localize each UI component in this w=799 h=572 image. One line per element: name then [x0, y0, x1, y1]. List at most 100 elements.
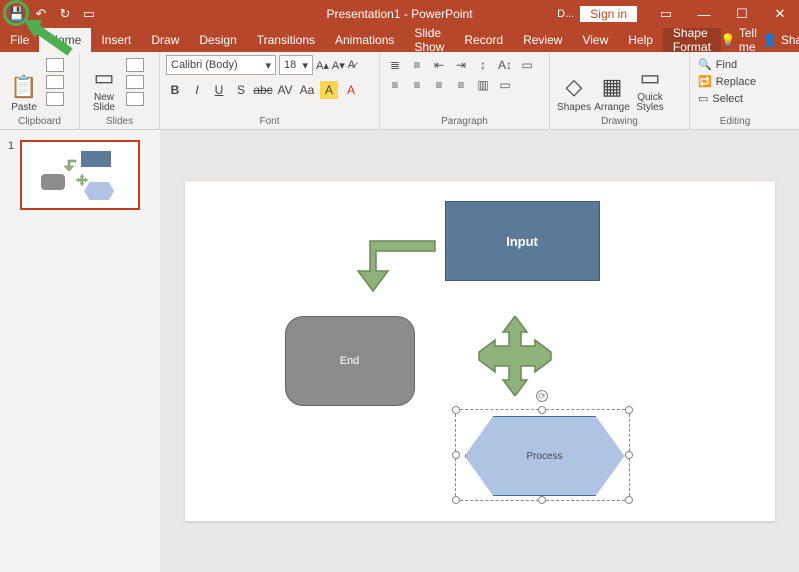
columns-icon[interactable]: ▥: [474, 77, 492, 93]
thumb-end-shape: [41, 174, 65, 190]
layout-icon[interactable]: [126, 58, 144, 72]
tab-animations[interactable]: Animations: [325, 28, 404, 52]
arrange-button[interactable]: ▦ Arrange: [594, 55, 630, 113]
tab-file[interactable]: File: [0, 28, 39, 52]
tab-insert[interactable]: Insert: [91, 28, 141, 52]
indent-dec-icon[interactable]: ⇤: [430, 57, 448, 73]
replace-icon: 🔁: [698, 75, 712, 88]
menu-bar: File Home Insert Draw Design Transitions…: [0, 28, 799, 52]
editing-group-label: Editing: [696, 116, 774, 127]
text-direction-icon[interactable]: A↕: [496, 57, 514, 73]
tab-review[interactable]: Review: [513, 28, 572, 52]
italic-button[interactable]: I: [188, 81, 206, 99]
highlight-button[interactable]: A: [320, 81, 338, 99]
slide-thumbnail-1[interactable]: [20, 140, 140, 210]
quick-styles-button[interactable]: ▭ Quick Styles: [632, 55, 668, 113]
align-center-icon[interactable]: ≡: [408, 77, 426, 93]
tab-transitions[interactable]: Transitions: [247, 28, 325, 52]
resize-handle-nw[interactable]: [452, 406, 460, 414]
paste-label: Paste: [11, 102, 37, 113]
shape-input-rectangle[interactable]: Input: [445, 201, 600, 281]
thumb-number: 1: [8, 140, 14, 210]
tab-draw[interactable]: Draw: [141, 28, 189, 52]
bold-button[interactable]: B: [166, 81, 184, 99]
start-show-icon[interactable]: ▭: [80, 5, 98, 23]
arrange-label: Arrange: [594, 102, 630, 113]
shape-end-text: End: [340, 355, 360, 367]
shape-end-rounded-rect[interactable]: End: [285, 316, 415, 406]
shapes-button[interactable]: ◇ Shapes: [556, 55, 592, 113]
workspace: 1 Input End: [0, 130, 799, 572]
font-color-button[interactable]: A: [342, 81, 360, 99]
replace-button[interactable]: 🔁Replace: [696, 74, 774, 89]
shadow-button[interactable]: S: [232, 81, 250, 99]
shape-process-text: Process: [526, 451, 562, 462]
undo-icon[interactable]: ↶: [32, 5, 50, 23]
select-label: Select: [712, 93, 743, 105]
align-text-icon[interactable]: ▭: [518, 57, 536, 73]
justify-icon[interactable]: ≡: [452, 77, 470, 93]
new-slide-label: New Slide: [93, 93, 115, 113]
paragraph-group-label: Paragraph: [386, 116, 543, 127]
font-group-label: Font: [166, 116, 373, 127]
slide[interactable]: Input End Process ⟳: [185, 181, 775, 521]
ribbon-options-icon[interactable]: ▭: [647, 0, 685, 28]
chevron-down-icon: ▾: [265, 59, 271, 72]
shape-input-text: Input: [506, 234, 538, 249]
maximize-icon[interactable]: ☐: [723, 0, 761, 28]
share-button[interactable]: 👤 Share: [763, 33, 799, 47]
section-icon[interactable]: [126, 92, 144, 106]
save-icon[interactable]: 💾: [8, 5, 26, 23]
resize-handle-sw[interactable]: [452, 496, 460, 504]
shape-bent-arrow[interactable]: [340, 236, 440, 296]
indent-inc-icon[interactable]: ⇥: [452, 57, 470, 73]
cut-icon[interactable]: [46, 58, 64, 72]
thumb-process-shape: [84, 182, 114, 200]
bullets-icon[interactable]: ≣: [386, 57, 404, 73]
signin-button[interactable]: Sign in: [580, 6, 637, 22]
reset-icon[interactable]: [126, 75, 144, 89]
smartart-icon[interactable]: ▭: [496, 77, 514, 93]
tab-shape-format[interactable]: Shape Format: [663, 28, 721, 52]
shrink-font-icon[interactable]: A▾: [332, 59, 345, 72]
tab-record[interactable]: Record: [454, 28, 513, 52]
paste-button[interactable]: 📋 Paste: [6, 55, 42, 113]
font-size-select[interactable]: 18▾: [279, 55, 313, 75]
underline-button[interactable]: U: [210, 81, 228, 99]
tell-me-button[interactable]: 💡 Tell me: [721, 26, 757, 54]
tab-help[interactable]: Help: [618, 28, 663, 52]
font-family-select[interactable]: Calibri (Body)▾: [166, 55, 276, 75]
grow-font-icon[interactable]: A▴: [316, 59, 329, 72]
change-case-button[interactable]: Aa: [298, 81, 316, 99]
share-icon: 👤: [763, 33, 778, 47]
select-button[interactable]: ▭Select: [696, 91, 774, 106]
shape-process-hexagon[interactable]: Process: [460, 406, 630, 506]
tab-home[interactable]: Home: [39, 28, 91, 52]
user-initial: D...: [557, 8, 574, 20]
line-spacing-icon[interactable]: ↕: [474, 57, 492, 73]
clear-format-icon[interactable]: A̷: [348, 59, 355, 71]
tab-design[interactable]: Design: [189, 28, 246, 52]
format-painter-icon[interactable]: [46, 92, 64, 106]
shape-quad-arrow[interactable]: [475, 316, 555, 396]
align-left-icon[interactable]: ≡: [386, 77, 404, 93]
slide-canvas-area[interactable]: Input End Process ⟳: [160, 130, 799, 572]
quick-styles-icon: ▭: [636, 64, 664, 92]
align-right-icon[interactable]: ≡: [430, 77, 448, 93]
redo-icon[interactable]: ↻: [56, 5, 74, 23]
new-slide-button[interactable]: ▭ New Slide: [86, 55, 122, 113]
tab-slideshow[interactable]: Slide Show: [404, 28, 454, 52]
ribbon-group-paragraph: ≣ ≡ ⇤ ⇥ ↕ A↕ ▭ ≡ ≡ ≡ ≡ ▥ ▭ Paragraph: [380, 52, 550, 129]
close-icon[interactable]: ✕: [761, 0, 799, 28]
numbering-icon[interactable]: ≡: [408, 57, 426, 73]
minimize-icon[interactable]: ―: [685, 0, 723, 28]
find-button[interactable]: 🔍Find: [696, 57, 774, 72]
strike-button[interactable]: abc: [254, 81, 272, 99]
char-spacing-button[interactable]: AV: [276, 81, 294, 99]
resize-handle-w[interactable]: [452, 451, 460, 459]
ribbon: 📋 Paste Clipboard ▭ New Slide Slides: [0, 52, 799, 130]
copy-icon[interactable]: [46, 75, 64, 89]
arrange-icon: ▦: [598, 73, 626, 101]
tab-view[interactable]: View: [572, 28, 618, 52]
shapes-label: Shapes: [557, 102, 591, 113]
